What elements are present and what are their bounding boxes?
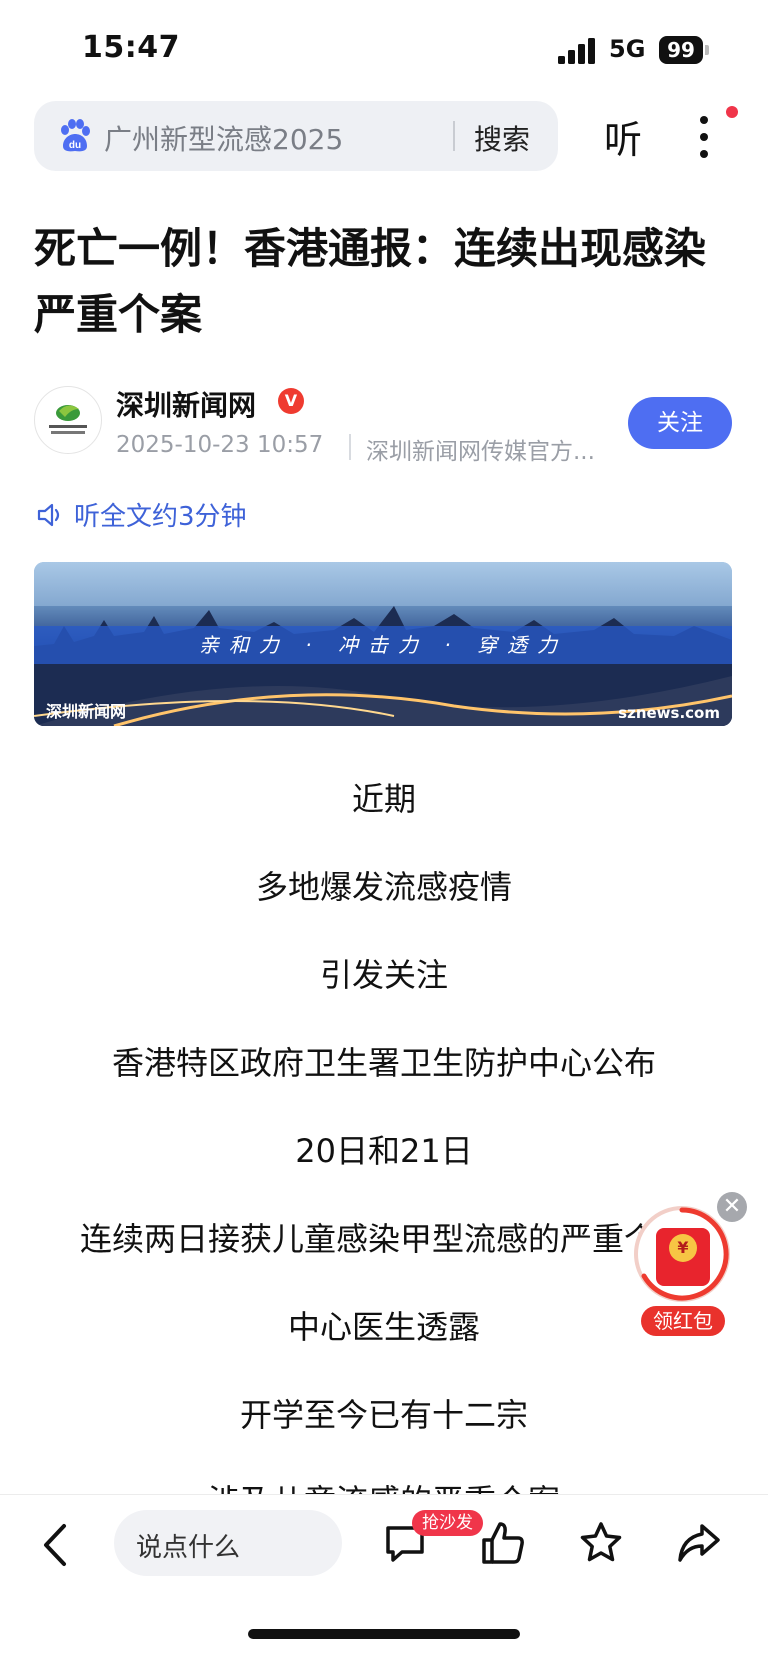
body-line: 近期 bbox=[351, 780, 416, 818]
body-line: 多地爆发流感疫情 bbox=[255, 868, 512, 906]
follow-button[interactable]: 关注 bbox=[628, 397, 732, 449]
signal-icon bbox=[558, 38, 595, 64]
red-packet-label[interactable]: 领红包 bbox=[641, 1306, 725, 1336]
speaker-icon bbox=[37, 503, 60, 527]
body-line: 香港特区政府卫生署卫生防护中心公布 bbox=[111, 1044, 656, 1082]
back-icon[interactable] bbox=[40, 1522, 70, 1568]
search-button[interactable]: 搜索 bbox=[474, 118, 530, 158]
coin-icon: ¥ bbox=[669, 1234, 697, 1262]
notification-dot bbox=[726, 106, 738, 118]
status-time: 15:47 bbox=[82, 30, 180, 65]
author-description: 深圳新闻网传媒官方... bbox=[366, 439, 595, 465]
sofa-badge: 抢沙发 bbox=[412, 1510, 483, 1536]
svg-text:du: du bbox=[69, 140, 81, 151]
search-divider bbox=[453, 121, 455, 151]
like-icon[interactable] bbox=[480, 1520, 526, 1566]
sznews-logo-icon bbox=[49, 405, 87, 434]
listen-button[interactable]: 听 bbox=[604, 109, 642, 164]
search-bar[interactable]: du 广州新型流感2025 搜索 bbox=[34, 101, 558, 171]
battery-level: 99 bbox=[659, 36, 703, 64]
banner-slogan: 亲和力 · 冲击力 · 穿透力 bbox=[198, 633, 568, 657]
network-label: 5G bbox=[609, 35, 646, 63]
body-line: 引发关注 bbox=[319, 956, 448, 994]
star-icon[interactable] bbox=[578, 1520, 624, 1566]
publish-date: 2025-10-23 10:57 bbox=[116, 432, 324, 458]
article-banner-image: 亲和力 · 冲击力 · 穿透力 深圳新闻网 sznews.com bbox=[34, 562, 732, 726]
meta-divider bbox=[349, 434, 351, 460]
more-icon[interactable] bbox=[694, 112, 714, 162]
comment-placeholder: 说点什么 bbox=[136, 1533, 241, 1563]
share-icon[interactable] bbox=[676, 1520, 722, 1566]
article-title: 死亡一例！香港通报：连续出现感染严重个案 bbox=[34, 224, 707, 339]
banner-logo-left: 深圳新闻网 bbox=[46, 702, 127, 721]
body-line: 开学至今已有十二宗 bbox=[239, 1396, 528, 1434]
body-line: 20日和21日 bbox=[295, 1132, 473, 1170]
baidu-paw-icon: du bbox=[61, 119, 90, 152]
battery-icon: 99 bbox=[659, 36, 709, 64]
author-name[interactable]: 深圳新闻网 bbox=[116, 384, 256, 424]
comment-input[interactable]: 说点什么 bbox=[114, 1510, 342, 1576]
search-input[interactable]: 广州新型流感2025 bbox=[104, 118, 343, 158]
banner-logo-right: sznews.com bbox=[618, 704, 720, 722]
home-indicator bbox=[248, 1629, 520, 1639]
verified-badge-icon: V bbox=[278, 388, 304, 414]
listen-full-label: 听全文约3分钟 bbox=[74, 502, 247, 532]
author-avatar[interactable] bbox=[34, 386, 102, 454]
